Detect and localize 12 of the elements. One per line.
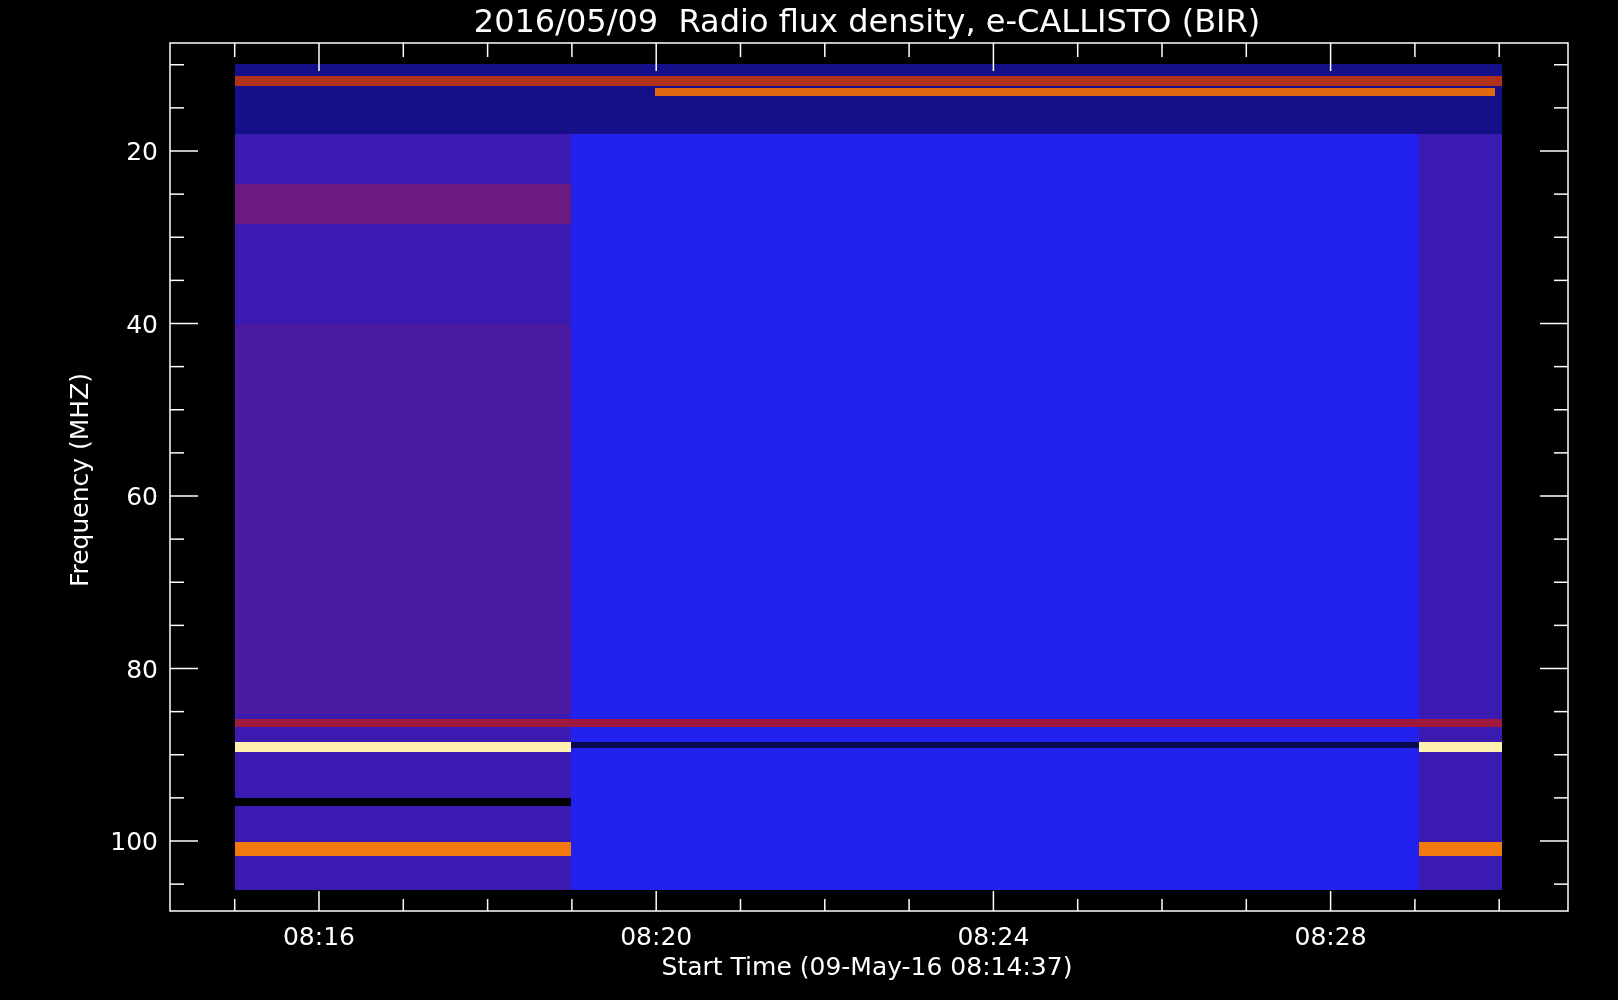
axis-tick-label: 60: [126, 482, 158, 511]
axis-label: Start Time (09-May-16 08:14:37): [661, 952, 1073, 981]
axis-tick-label: 08:28: [1294, 922, 1367, 951]
axis-tick-label: 08:16: [283, 922, 355, 951]
axis-tick-label: 80: [126, 654, 158, 684]
axis-tick-label: 08:24: [957, 922, 1030, 951]
axis-label: Frequency (MHZ): [65, 372, 94, 588]
axis-tick-label: 20: [126, 137, 158, 166]
chart-title: 2016/05/09 Radio flux density, e-CALLISTO (BIR): [473, 2, 1261, 40]
axis-tick-label: 40: [126, 309, 158, 339]
axis-tick-label: 100: [110, 827, 158, 856]
axis-tick-label: 08:20: [620, 922, 693, 951]
